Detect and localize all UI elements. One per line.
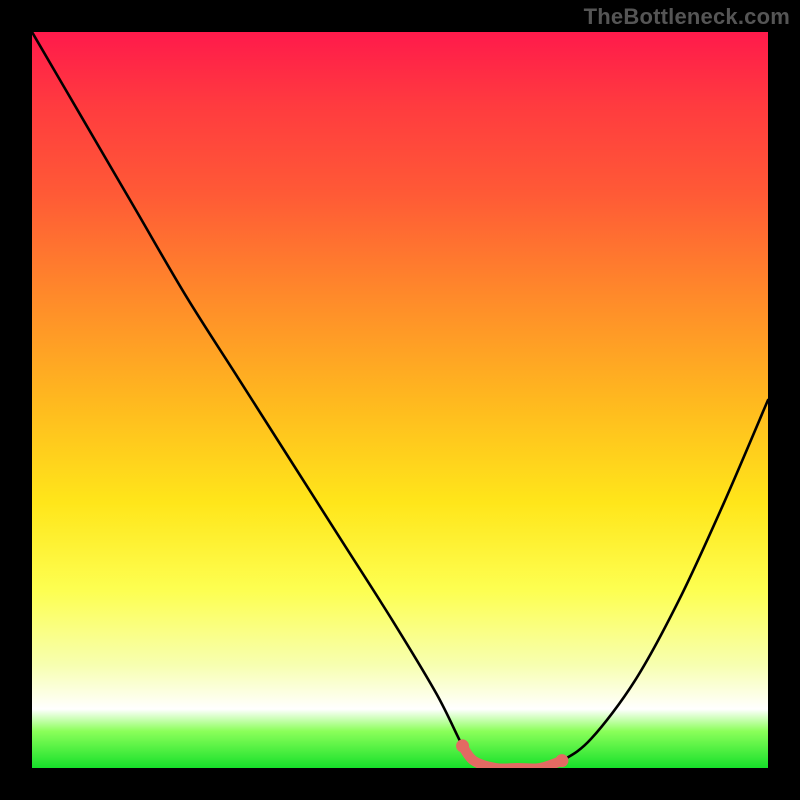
curve-svg xyxy=(32,32,768,768)
valley-dot-left xyxy=(456,739,469,752)
watermark-text: TheBottleneck.com xyxy=(584,4,790,30)
valley-dot-right xyxy=(555,754,568,767)
chart-frame: TheBottleneck.com xyxy=(0,0,800,800)
bottleneck-curve xyxy=(32,32,768,768)
plot-area xyxy=(32,32,768,768)
valley-highlight xyxy=(463,746,562,768)
